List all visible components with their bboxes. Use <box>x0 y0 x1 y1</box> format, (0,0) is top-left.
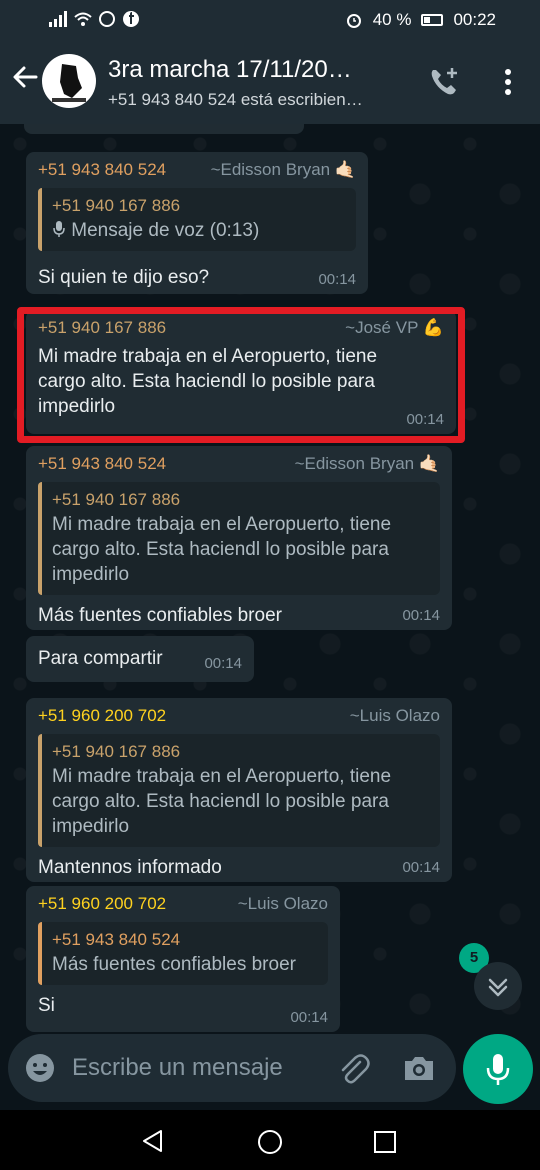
quoted-sender: +51 940 167 886 <box>52 490 181 509</box>
chat-title[interactable]: 3ra marcha 17/11/20… <box>108 56 398 84</box>
quoted-text: Mi madre trabaja en el Aeropuerto, tiene… <box>52 514 392 585</box>
voice-note-label: Mensaje de voz (0:13) <box>71 220 260 241</box>
status-icons-left <box>48 10 140 28</box>
signal-icon <box>49 11 67 27</box>
sender-number[interactable]: +51 960 200 702 <box>38 894 166 914</box>
message-bubble[interactable]: +51 943 840 524 ~Edisson Bryan 🤙🏻 +51 94… <box>26 446 452 630</box>
sender-number[interactable]: +51 943 840 524 <box>38 454 166 474</box>
camera-icon[interactable] <box>402 1052 436 1089</box>
message-time: 00:14 <box>318 271 356 288</box>
status-icons-right: 40 % 00:22 <box>345 10 496 30</box>
message-text: Mantennos informado <box>38 857 222 878</box>
message-list[interactable]: +51 943 840 524 ~Edisson Bryan 🤙🏻 +51 94… <box>0 124 540 1034</box>
quoted-text: Mi madre trabaja en el Aeropuerto, tiene… <box>52 766 392 837</box>
message-bubble[interactable]: Para compartir 00:14 <box>26 636 254 682</box>
sender-name: ~Luis Olazo <box>349 706 440 725</box>
sender-number[interactable]: +51 943 840 524 <box>38 160 166 180</box>
whatsapp-icon <box>99 11 115 27</box>
quoted-sender: +51 943 840 524 <box>52 930 181 949</box>
message-text: Más fuentes confiables broer <box>38 605 282 626</box>
sender-name: ~Edisson Bryan 🤙🏻 <box>294 454 440 473</box>
more-options-icon[interactable] <box>490 64 526 100</box>
message-time: 00:14 <box>204 655 242 672</box>
nav-recents-icon[interactable] <box>372 1129 398 1160</box>
sender-name: ~Luis Olazo <box>237 894 328 913</box>
status-bar: 40 % 00:22 <box>0 0 540 40</box>
message-bubble[interactable]: +51 940 167 886 ~José VP 💪 Mi madre trab… <box>26 310 456 434</box>
chat-header: 3ra marcha 17/11/20… +51 943 840 524 est… <box>0 40 540 124</box>
quoted-text: Mensaje de voz (0:13) <box>52 218 346 243</box>
message-time: 00:14 <box>406 411 444 428</box>
message-bubble[interactable]: +51 960 200 702 ~Luis Olazo +51 943 840 … <box>26 886 340 1032</box>
microphone-icon <box>486 1054 510 1085</box>
quoted-message[interactable]: +51 940 167 886 Mi madre trabaja en el A… <box>38 734 440 847</box>
message-bubble[interactable]: +51 960 200 702 ~Luis Olazo +51 940 167 … <box>26 698 452 882</box>
message-time: 00:14 <box>402 859 440 876</box>
group-avatar[interactable] <box>42 54 96 108</box>
message-bubble-partial[interactable] <box>24 124 304 134</box>
microphone-icon <box>53 221 65 237</box>
typing-status: +51 943 840 524 está escribien… <box>108 90 363 109</box>
system-nav-bar <box>0 1110 540 1170</box>
attach-icon[interactable] <box>336 1050 370 1091</box>
back-arrow-icon[interactable] <box>8 62 42 96</box>
quoted-sender: +51 940 167 886 <box>52 742 181 761</box>
sender-number[interactable]: +51 940 167 886 <box>38 318 166 338</box>
sender-name: ~José VP 💪 <box>345 318 444 337</box>
add-call-icon[interactable] <box>426 64 462 100</box>
message-text: Si quien te dijo eso? <box>38 267 210 288</box>
quoted-message[interactable]: +51 943 840 524 Más fuentes confiables b… <box>38 922 328 985</box>
clock: 00:22 <box>453 10 496 29</box>
sender-number[interactable]: +51 960 200 702 <box>38 706 166 726</box>
wifi-icon <box>74 12 92 26</box>
message-composer <box>8 1034 456 1102</box>
message-text: Si <box>38 995 55 1016</box>
nav-back-icon[interactable] <box>140 1128 166 1159</box>
voice-record-button[interactable] <box>463 1034 533 1104</box>
message-time: 00:14 <box>402 607 440 624</box>
quoted-sender: +51 940 167 886 <box>52 196 181 215</box>
facebook-icon <box>123 11 139 27</box>
battery-percent: 40 % <box>372 10 412 29</box>
quoted-message[interactable]: +51 940 167 886 Mi madre trabaja en el A… <box>38 482 440 595</box>
sender-name: ~Edisson Bryan 🤙🏻 <box>210 160 356 179</box>
message-text: Mi madre trabaja en el Aeropuerto, tiene… <box>38 346 378 417</box>
message-bubble[interactable]: +51 943 840 524 ~Edisson Bryan 🤙🏻 +51 94… <box>26 152 368 294</box>
double-chevron-down-icon <box>488 978 508 997</box>
scroll-to-bottom-button[interactable] <box>474 962 522 1010</box>
message-input[interactable] <box>72 1050 322 1086</box>
quoted-message[interactable]: +51 940 167 886 Mensaje de voz (0:13) <box>38 188 356 251</box>
message-time: 00:14 <box>290 1009 328 1026</box>
emoji-icon[interactable] <box>24 1052 56 1089</box>
battery-icon <box>421 14 444 26</box>
nav-home-icon[interactable] <box>256 1128 284 1161</box>
quoted-text: Más fuentes confiables broer <box>52 954 296 975</box>
alarm-icon <box>346 14 361 28</box>
